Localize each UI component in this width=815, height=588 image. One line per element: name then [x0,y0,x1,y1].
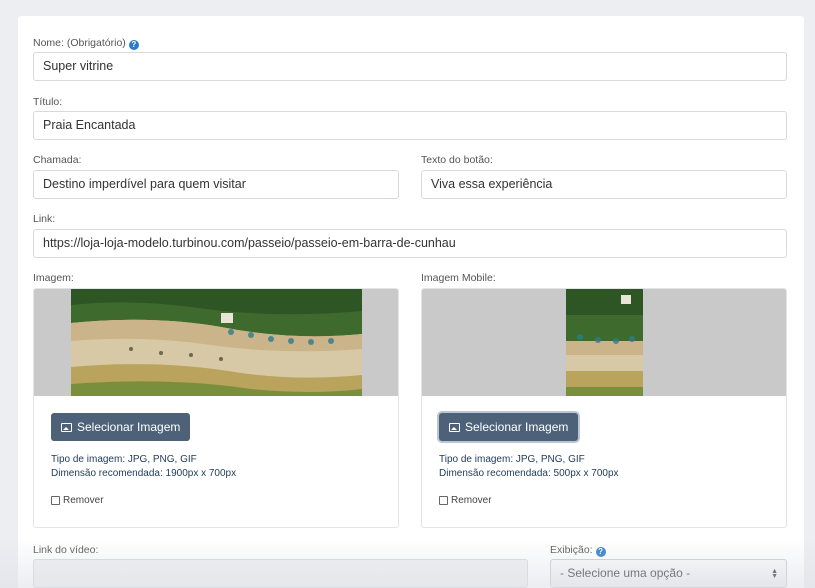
chamada-input[interactable]: Destino imperdível para quem visitar [33,170,399,199]
titulo-label: Título: [33,96,63,108]
imagem-mobile-dimensao-hint: Dimensão recomendada: 500px x 700px [439,468,619,479]
sort-arrows-icon: ▲ ▼ [771,568,778,580]
nome-input[interactable]: Super vitrine [33,52,787,81]
selecionar-imagem-button[interactable]: Selecionar Imagem [51,413,191,441]
remover-mobile-checkbox[interactable] [439,496,448,505]
imagem-mobile-preview [422,289,786,396]
chamada-label: Chamada: [33,154,82,166]
titulo-input[interactable]: Praia Encantada [33,111,787,140]
imagem-panel: Selecionar Imagem Tipo de imagem: JPG, P… [33,288,399,528]
selecionar-imagem-mobile-button[interactable]: Selecionar Imagem [439,413,579,441]
nome-label: Nome: (Obrigatório)? [33,37,139,50]
beach-photo [71,289,362,396]
imagem-dimensao-hint: Dimensão recomendada: 1900px x 700px [51,468,237,479]
imagem-label: Imagem: [33,272,74,284]
imagem-mobile-tipo-hint: Tipo de imagem: JPG, PNG, GIF [439,454,585,465]
exibicao-select[interactable]: - Selecione uma opção - ▲ ▼ [550,559,787,588]
help-icon[interactable]: ? [595,547,606,557]
link-video-label: Link do vídeo: [33,544,99,556]
remover-checkbox[interactable] [51,496,60,505]
image-icon [61,422,72,432]
imagem-mobile-remover[interactable]: Remover [439,495,492,506]
image-icon [449,422,460,432]
imagem-mobile-label: Imagem Mobile: [421,272,496,284]
texto-botao-input[interactable]: Viva essa experiência [421,170,787,199]
exibicao-label: Exibição:? [550,544,606,557]
link-video-input[interactable] [33,559,528,588]
texto-botao-label: Texto do botão: [421,154,493,166]
link-input[interactable]: https://loja-loja-modelo.turbinou.com/pa… [33,229,787,258]
link-label: Link: [33,213,56,225]
help-icon[interactable]: ? [128,40,139,50]
imagem-mobile-panel: Selecionar Imagem Tipo de imagem: JPG, P… [421,288,787,528]
imagem-remover[interactable]: Remover [51,495,104,506]
beach-photo-mobile [566,289,643,396]
imagem-tipo-hint: Tipo de imagem: JPG, PNG, GIF [51,454,197,465]
imagem-preview [34,289,398,396]
